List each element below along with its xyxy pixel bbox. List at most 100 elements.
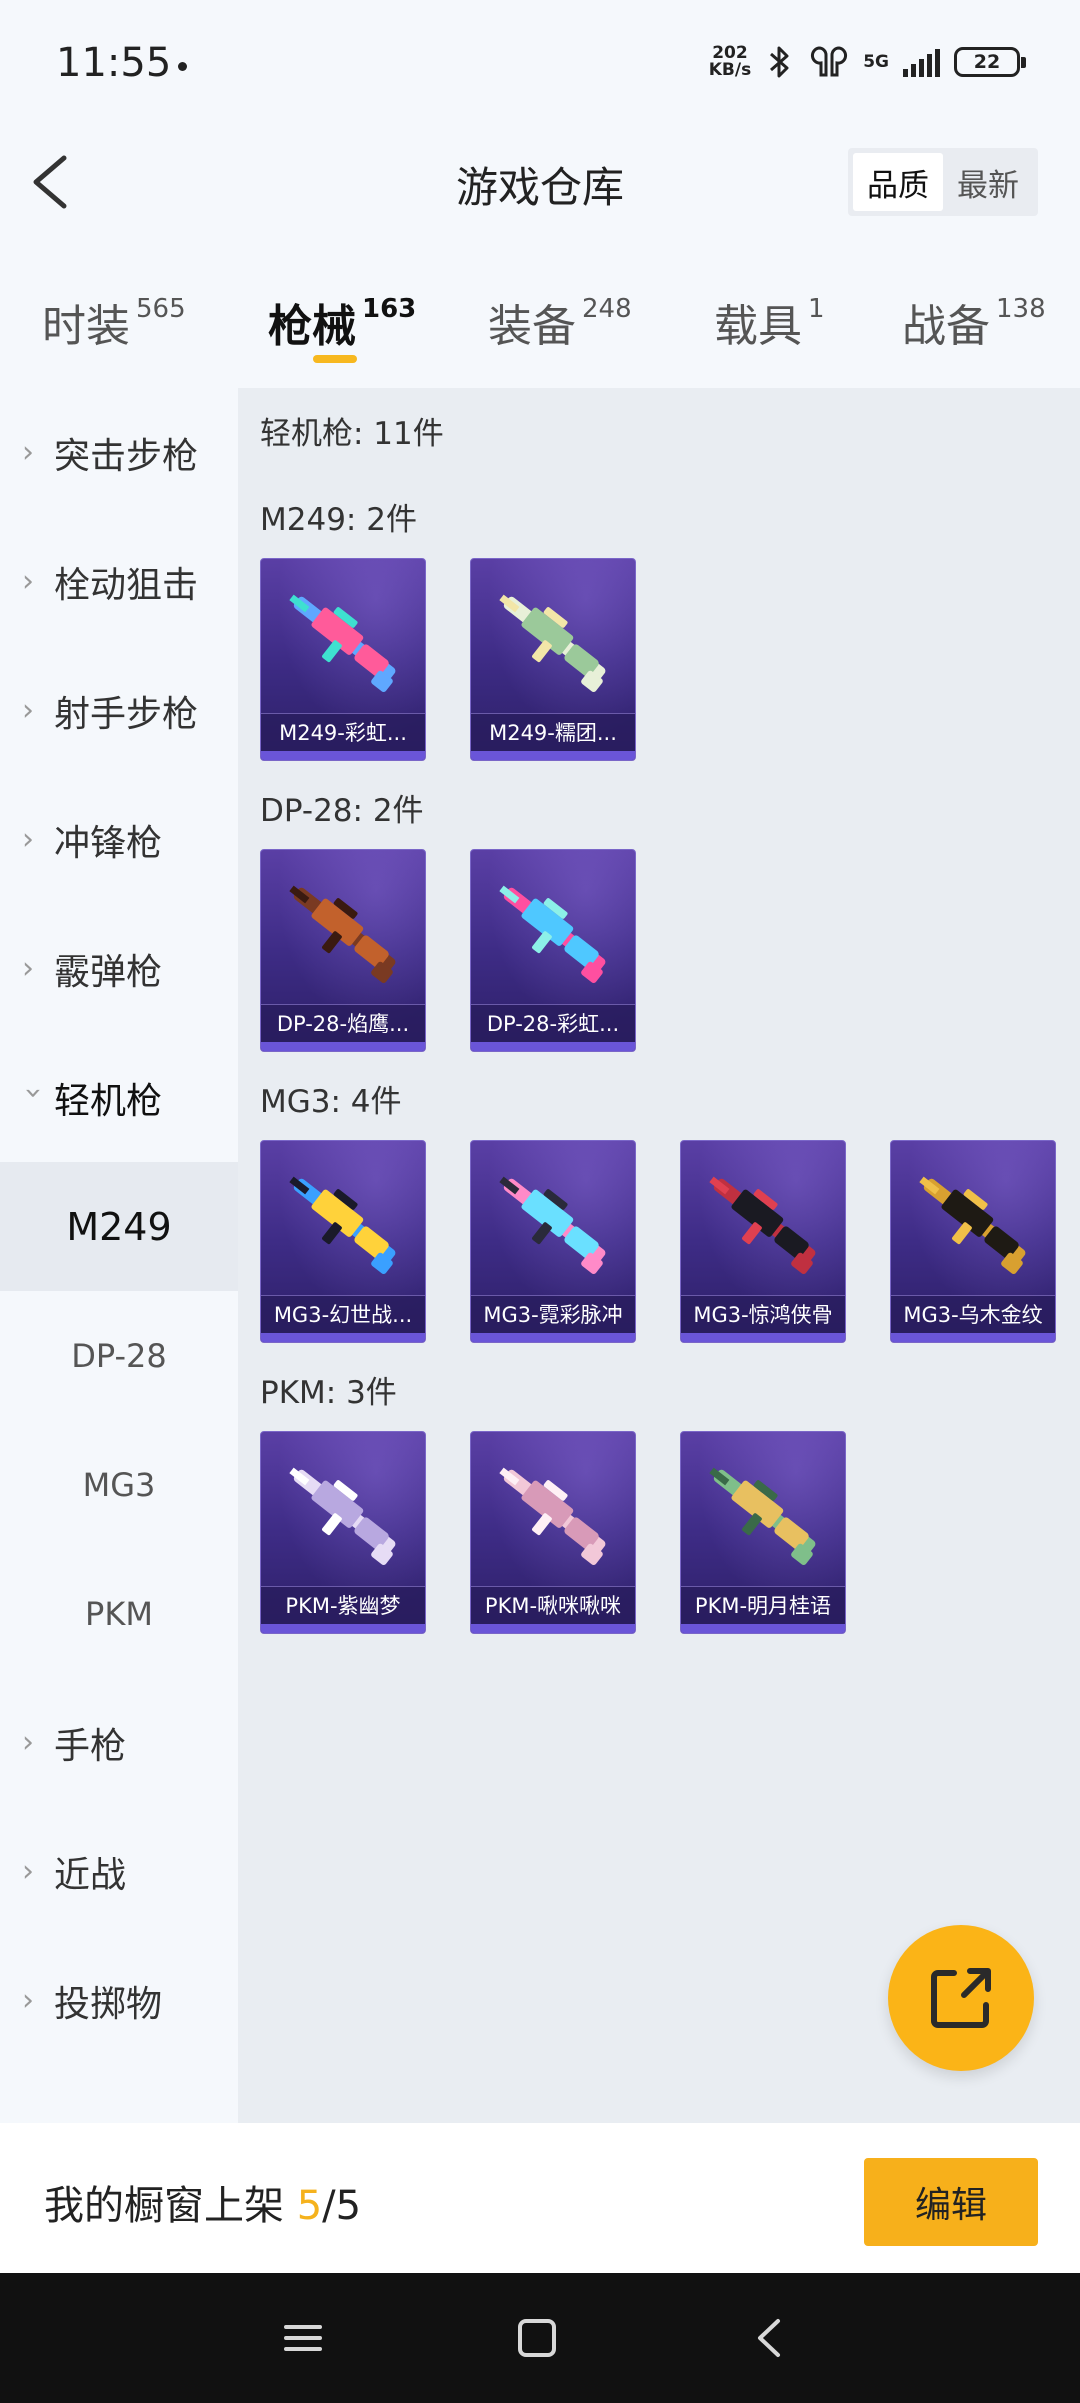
tab-supplies[interactable]: 战备 138 <box>902 290 1046 354</box>
item-card[interactable]: M249-彩虹... <box>260 558 426 761</box>
chevron-right-icon: › <box>22 1724 34 1760</box>
sidebar-item-label: 栓动狙击 <box>54 564 199 606</box>
menu-icon[interactable] <box>278 2313 328 2363</box>
group-heading-m249: M249: 2件 <box>260 502 417 538</box>
category-summary: 轻机枪: 11件 <box>260 416 444 452</box>
chevron-right-icon: › <box>22 1982 34 2018</box>
sidebar-item-shotgun[interactable]: › 霰弹枪 <box>0 904 238 1033</box>
item-card[interactable]: MG3-惊鸿侠骨 <box>680 1140 846 1343</box>
sidebar-item-label: 射手步枪 <box>54 693 199 735</box>
group-heading-pkm: PKM: 3件 <box>260 1375 397 1411</box>
rarity-bar <box>261 1042 425 1051</box>
item-card[interactable]: M249-糯团... <box>470 558 636 761</box>
rarity-bar <box>681 1333 845 1342</box>
sidebar-item-pistol[interactable]: › 手枪 <box>0 1678 238 1807</box>
tab-label: 战备 <box>902 301 990 352</box>
sidebar-item-assault-rifle[interactable]: › 突击步枪 <box>0 388 238 517</box>
sidebar-item-label: 近战 <box>54 1854 127 1896</box>
tab-fashion[interactable]: 时装 565 <box>42 290 186 354</box>
item-card[interactable]: PKM-明月桂语 <box>680 1431 846 1634</box>
weapon-skin-image <box>709 1176 816 1274</box>
item-card[interactable]: MG3-乌木金纹 <box>890 1140 1056 1343</box>
rarity-bar <box>891 1333 1055 1342</box>
chevron-right-icon: › <box>22 950 34 986</box>
item-card[interactable]: DP-28-焰鹰... <box>260 849 426 1052</box>
group-heading-dp28: DP-28: 2件 <box>260 793 424 829</box>
rarity-bar <box>471 1042 635 1051</box>
item-name: PKM-明月桂语 <box>681 1586 845 1624</box>
sidebar-item-marksman-rifle[interactable]: › 射手步枪 <box>0 646 238 775</box>
network-type: 5G <box>863 52 889 72</box>
rarity-bar <box>471 1624 635 1633</box>
item-card[interactable]: MG3-幻世战... <box>260 1140 426 1343</box>
item-card[interactable]: MG3-霓彩脉冲 <box>470 1140 636 1343</box>
battery-icon: 22 <box>954 47 1026 77</box>
sidebar-subitem-pkm[interactable]: PKM <box>0 1549 238 1678</box>
sidebar-item-throwables[interactable]: › 投掷物 <box>0 1936 238 2065</box>
sort-option-latest[interactable]: 最新 <box>943 153 1033 211</box>
item-card[interactable]: DP-28-彩虹... <box>470 849 636 1052</box>
edit-button[interactable]: 编辑 <box>864 2158 1038 2246</box>
net-speed-unit: KB/s <box>708 60 752 80</box>
sidebar-item-label: 突击步枪 <box>54 435 199 477</box>
weapon-skin-image <box>499 1467 606 1565</box>
rarity-bar <box>261 751 425 760</box>
sidebar-subitem-mg3[interactable]: MG3 <box>0 1420 238 1549</box>
status-time: 11:55 <box>56 40 172 86</box>
tab-label: 载具 <box>714 301 802 352</box>
sort-toggle: 品质 最新 <box>848 148 1038 216</box>
tab-equipment[interactable]: 装备 248 <box>488 290 632 354</box>
sidebar-item-bolt-sniper[interactable]: › 栓动狙击 <box>0 517 238 646</box>
showcase-current-count: 5 <box>296 2183 323 2229</box>
sort-option-quality[interactable]: 品质 <box>853 153 943 211</box>
sidebar-item-lmg[interactable]: › 轻机枪 <box>0 1033 238 1162</box>
sidebar-item-label: 冲锋枪 <box>54 822 163 864</box>
active-tab-indicator <box>313 355 357 363</box>
tab-count: 1 <box>808 294 825 324</box>
sidebar-item-label: 霰弹枪 <box>54 951 163 993</box>
rarity-bar <box>471 1333 635 1342</box>
showcase-total-count: 5 <box>335 2183 362 2229</box>
item-name: MG3-惊鸿侠骨 <box>681 1295 845 1333</box>
net-speed: 202 KB/s <box>709 45 751 79</box>
weapon-skin-image <box>289 885 396 983</box>
tab-label: 枪械 <box>268 301 356 352</box>
tab-count: 163 <box>362 294 417 324</box>
item-name: DP-28-彩虹... <box>471 1004 635 1042</box>
status-bar: 11:55 202 KB/s 5G 22 <box>0 0 1080 130</box>
tab-label: 时装 <box>42 301 130 352</box>
app-root: 11:55 202 KB/s 5G 22 游戏仓库 品质 最新 时装 565 枪械… <box>0 0 1080 2403</box>
item-name: PKM-啾咪啾咪 <box>471 1586 635 1624</box>
home-icon[interactable] <box>512 2313 562 2363</box>
chevron-right-icon: › <box>22 1853 34 1889</box>
item-name: MG3-霓彩脉冲 <box>471 1295 635 1333</box>
item-grid-panel: 轻机枪: 11件 M249: 2件 M249-彩虹... M249-糯团... … <box>238 388 1080 2123</box>
weapon-skin-image <box>919 1176 1026 1274</box>
back-icon[interactable] <box>746 2313 796 2363</box>
showcase-bar: 我的橱窗上架 5/5 编辑 <box>0 2123 1080 2273</box>
sidebar: › 突击步枪 › 栓动狙击 › 射手步枪 › 冲锋枪 › 霰弹枪 › 轻机枪 M249 DP… <box>0 388 238 2123</box>
item-name: M249-彩虹... <box>261 713 425 751</box>
sidebar-subitem-m249[interactable]: M249 <box>0 1162 238 1291</box>
item-card[interactable]: PKM-紫幽梦 <box>260 1431 426 1634</box>
share-button[interactable] <box>888 1925 1034 2071</box>
tab-vehicles[interactable]: 载具 1 <box>714 290 825 354</box>
earbuds-icon <box>811 46 848 77</box>
weapon-skin-image <box>499 1176 606 1274</box>
item-card[interactable]: PKM-啾咪啾咪 <box>470 1431 636 1634</box>
item-name: M249-糯团... <box>471 713 635 751</box>
tab-count: 138 <box>996 294 1046 324</box>
notification-dot <box>178 62 187 71</box>
group-heading-mg3: MG3: 4件 <box>260 1084 402 1120</box>
weapon-skin-image <box>289 1176 396 1274</box>
status-icons: 202 KB/s 5G 22 <box>709 44 1026 80</box>
sidebar-item-melee[interactable]: › 近战 <box>0 1807 238 1936</box>
sidebar-subitem-dp28[interactable]: DP-28 <box>0 1291 238 1420</box>
page-header: 游戏仓库 品质 最新 <box>0 130 1080 250</box>
sidebar-item-smg[interactable]: › 冲锋枪 <box>0 775 238 904</box>
chevron-right-icon: › <box>22 563 34 599</box>
weapon-skin-image <box>709 1467 816 1565</box>
chevron-right-icon: › <box>22 821 34 857</box>
tab-label: 装备 <box>488 301 576 352</box>
tab-weapons[interactable]: 枪械 163 <box>268 290 416 354</box>
